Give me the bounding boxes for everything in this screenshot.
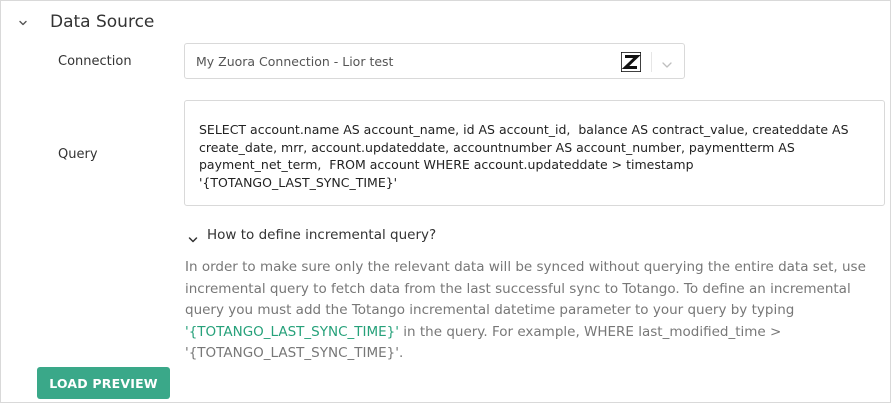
help-text-highlight: '{TOTANGO_LAST_SYNC_TIME}' bbox=[185, 323, 399, 340]
data-source-panel: Data Source Connection My Zuora Connecti… bbox=[0, 0, 891, 403]
section-collapse-chevron-icon[interactable] bbox=[17, 14, 29, 26]
load-preview-button[interactable]: LOAD PREVIEW bbox=[37, 367, 170, 399]
connection-select[interactable]: My Zuora Connection - Lior test bbox=[184, 43, 685, 79]
help-text-before: In order to make sure only the relevant … bbox=[185, 259, 866, 318]
query-text[interactable]: SELECT account.name AS account_name, id … bbox=[199, 121, 876, 191]
section-title: Data Source bbox=[50, 12, 155, 32]
chevron-down-icon[interactable] bbox=[660, 56, 674, 68]
connection-selected-value: My Zuora Connection - Lior test bbox=[196, 54, 394, 69]
help-chevron-down-icon[interactable] bbox=[187, 230, 199, 243]
zuora-logo-icon bbox=[620, 51, 642, 73]
incremental-query-help-text: In order to make sure only the relevant … bbox=[185, 257, 885, 365]
query-editor[interactable]: SELECT account.name AS account_name, id … bbox=[184, 100, 885, 206]
incremental-query-help-toggle[interactable]: How to define incremental query? bbox=[207, 227, 436, 243]
select-divider bbox=[651, 52, 652, 72]
query-label: Query bbox=[58, 147, 98, 162]
connection-label: Connection bbox=[58, 54, 132, 69]
